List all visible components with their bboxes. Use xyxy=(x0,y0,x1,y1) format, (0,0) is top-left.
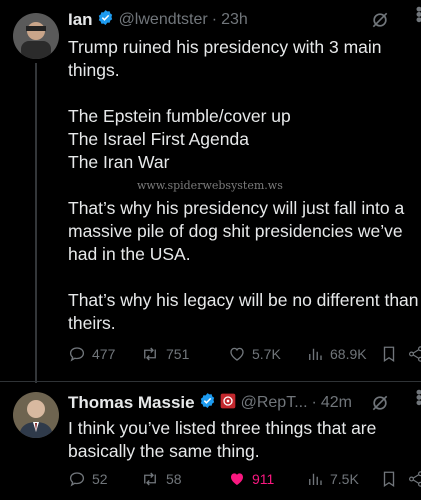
separator-dot: · xyxy=(211,11,218,28)
reply-button[interactable]: 52 xyxy=(68,470,108,488)
views-count: 68.9K xyxy=(330,346,367,362)
author-name[interactable]: Thomas Massie xyxy=(68,393,195,413)
tweet-text-line: The Iran War xyxy=(68,152,170,172)
action-bar: 52 58 911 7.5K xyxy=(68,470,421,492)
repost-count: 58 xyxy=(166,471,182,487)
tweet-text-line: things. xyxy=(68,60,120,80)
tweet-text-line: theirs. xyxy=(68,313,116,333)
bookmark-button[interactable] xyxy=(381,345,403,363)
views-button[interactable]: 68.9K xyxy=(306,345,367,363)
like-button[interactable]: 911 xyxy=(228,470,274,488)
timestamp[interactable]: 23h xyxy=(221,11,248,29)
verified-badge-icon xyxy=(199,392,216,414)
share-button[interactable] xyxy=(407,345,421,363)
tweet-header: Ian @lwendtster · 23h xyxy=(68,9,248,31)
watermark: www.spiderwebsystem.ws xyxy=(137,179,283,192)
tweet-text-line: That’s why his presidency will just fall… xyxy=(68,198,405,218)
tweet-text-line: I think you’ve listed three things that … xyxy=(68,418,377,438)
reply-icon xyxy=(69,472,85,487)
tweet-text-line: Trump ruined his presidency with 3 main xyxy=(68,37,382,57)
verified-badge-icon xyxy=(97,9,114,31)
tweet-text-line: The Israel First Agenda xyxy=(68,129,249,149)
grok-icon[interactable] xyxy=(370,10,390,35)
reply-count: 52 xyxy=(92,471,108,487)
thread-line xyxy=(35,63,37,383)
tweet-ian[interactable]: Ian @lwendtster · 23h ••• Trump ruined h… xyxy=(0,0,421,383)
repost-button[interactable]: 58 xyxy=(140,470,182,488)
author-handle[interactable]: @RepT... xyxy=(241,394,308,412)
author-name[interactable]: Ian xyxy=(68,10,93,30)
like-count: 5.7K xyxy=(252,346,281,362)
government-seal-icon xyxy=(220,393,236,414)
like-icon xyxy=(230,347,244,361)
tweet-text-line: basically the same thing. xyxy=(68,441,260,461)
tweet-text-line: The Epstein fumble/cover up xyxy=(68,106,291,126)
avatar-thomas-massie[interactable] xyxy=(13,392,59,438)
bookmark-icon xyxy=(383,471,395,488)
tweet-text-line: had in the USA. xyxy=(68,244,191,264)
tweet-text-line: That’s why his legacy will be no differe… xyxy=(68,290,419,310)
reply-icon xyxy=(69,347,85,362)
repost-count: 751 xyxy=(166,346,190,362)
tweet-header: Thomas Massie @RepT... · 42m xyxy=(68,392,352,414)
repost-icon xyxy=(144,347,156,361)
views-count: 7.5K xyxy=(330,471,359,487)
share-icon xyxy=(409,346,421,362)
separator-dot: · xyxy=(311,394,317,411)
repost-button[interactable]: 751 xyxy=(140,345,189,363)
share-button[interactable] xyxy=(407,470,421,488)
tweet-thomas-massie[interactable]: Thomas Massie @RepT... · 42m ••• I think… xyxy=(0,382,421,500)
views-icon xyxy=(309,473,322,485)
grok-icon[interactable] xyxy=(370,393,390,418)
reply-button[interactable]: 477 xyxy=(68,345,115,363)
author-handle[interactable]: @lwendtster xyxy=(119,11,208,29)
like-count: 911 xyxy=(252,471,275,487)
avatar-ian[interactable] xyxy=(13,13,59,59)
timestamp[interactable]: 42m xyxy=(321,394,352,412)
reply-count: 477 xyxy=(92,346,116,362)
bookmark-icon xyxy=(383,346,395,363)
share-icon xyxy=(409,471,421,487)
more-icon[interactable]: ••• xyxy=(408,389,421,405)
tweet-text-line: massive pile of dog shit presidencies we… xyxy=(68,221,403,241)
action-bar: 477 751 5.7K 68.9K xyxy=(68,345,421,367)
views-button[interactable]: 7.5K xyxy=(306,470,359,488)
tweet-body: I think you’ve listed three things that … xyxy=(68,417,421,463)
more-icon[interactable]: ••• xyxy=(408,6,421,22)
views-icon xyxy=(309,348,322,360)
like-icon xyxy=(231,473,243,485)
like-button[interactable]: 5.7K xyxy=(228,345,281,363)
bookmark-button[interactable] xyxy=(381,470,403,488)
repost-icon xyxy=(144,472,156,486)
